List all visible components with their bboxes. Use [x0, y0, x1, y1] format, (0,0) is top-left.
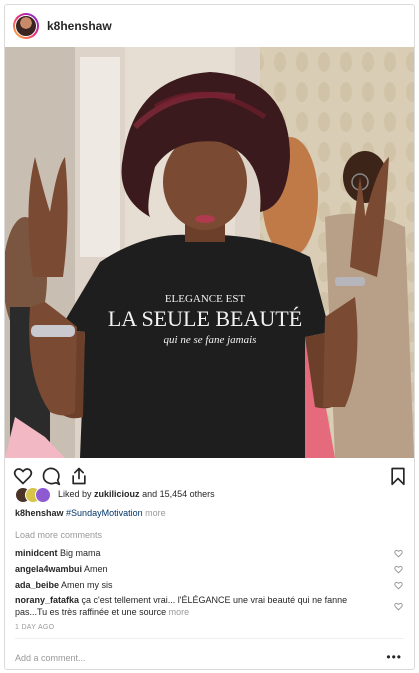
more-options-icon[interactable]: ••• — [386, 650, 402, 664]
comment-text: Amen my sis — [61, 580, 113, 590]
post-caption: k8henshaw #SundayMotivation more — [15, 508, 166, 518]
shirt-print-line1: ELEGANCE EST — [165, 293, 246, 305]
comment-item-long: norany_fatafka ça c'est tellement vrai⁣.… — [15, 594, 370, 618]
comment-heart-icon[interactable] — [394, 549, 403, 558]
comment-heart-icon[interactable] — [394, 602, 403, 611]
shirt-print-line3: qui ne se fane jamais — [164, 334, 257, 346]
liked-by-count[interactable]: and 15,454 others — [142, 489, 215, 499]
comment-heart-icon[interactable] — [394, 565, 403, 574]
comment-text: Amen — [84, 564, 108, 574]
profile-avatar[interactable] — [13, 13, 39, 39]
comment-text: Big mama — [60, 548, 101, 558]
caption-username[interactable]: k8henshaw — [15, 508, 64, 518]
load-more-comments[interactable]: Load more comments — [15, 530, 102, 540]
action-bar — [5, 460, 414, 492]
heart-icon[interactable] — [13, 466, 33, 486]
comment-username[interactable]: minidcent — [15, 548, 58, 558]
comment-icon[interactable] — [41, 466, 61, 486]
caption-more-link[interactable]: more — [145, 508, 166, 518]
add-comment-input[interactable]: Add a comment... — [15, 653, 86, 663]
share-icon[interactable] — [69, 466, 89, 486]
post-username[interactable]: k8henshaw — [47, 19, 112, 33]
comment-item: minidcent Big mama — [15, 548, 101, 558]
comment-heart-icon[interactable] — [394, 581, 403, 590]
liker-avatars — [15, 487, 53, 503]
caption-hashtag[interactable]: #SundayMotivation — [66, 508, 143, 518]
comment-item: ada_beibe Amen my sis — [15, 580, 113, 590]
shirt-print-line2: LA SEULE BEAUTÉ — [108, 306, 302, 331]
post-photo[interactable]: ELEGANCE EST LA SEULE BEAUTÉ qui ne se f… — [5, 47, 414, 458]
avatar-image — [15, 15, 37, 37]
liked-by-user[interactable]: zukiliciouz — [94, 489, 140, 499]
post-card: k8henshaw ELEGANCE EST LA SEULE BEAUTÉ q… — [4, 4, 415, 670]
comment-more-link[interactable]: more — [169, 607, 190, 617]
divider — [15, 638, 404, 639]
post-timestamp[interactable]: 1 DAY AGO — [15, 624, 54, 631]
comment-username[interactable]: norany_fatafka — [15, 595, 79, 605]
comment-item: angela4wambui Amen — [15, 564, 108, 574]
liked-by-prefix: Liked by — [58, 489, 92, 499]
post-header: k8henshaw — [5, 5, 414, 48]
comment-username[interactable]: ada_beibe — [15, 580, 59, 590]
liked-by-text: Liked by zukiliciouz and 15,454 others — [58, 489, 215, 499]
liker-avatar — [35, 487, 51, 503]
bookmark-icon[interactable] — [388, 466, 408, 486]
comment-username[interactable]: angela4wambui — [15, 564, 82, 574]
photo-illustration: ELEGANCE EST LA SEULE BEAUTÉ qui ne se f… — [5, 47, 414, 458]
